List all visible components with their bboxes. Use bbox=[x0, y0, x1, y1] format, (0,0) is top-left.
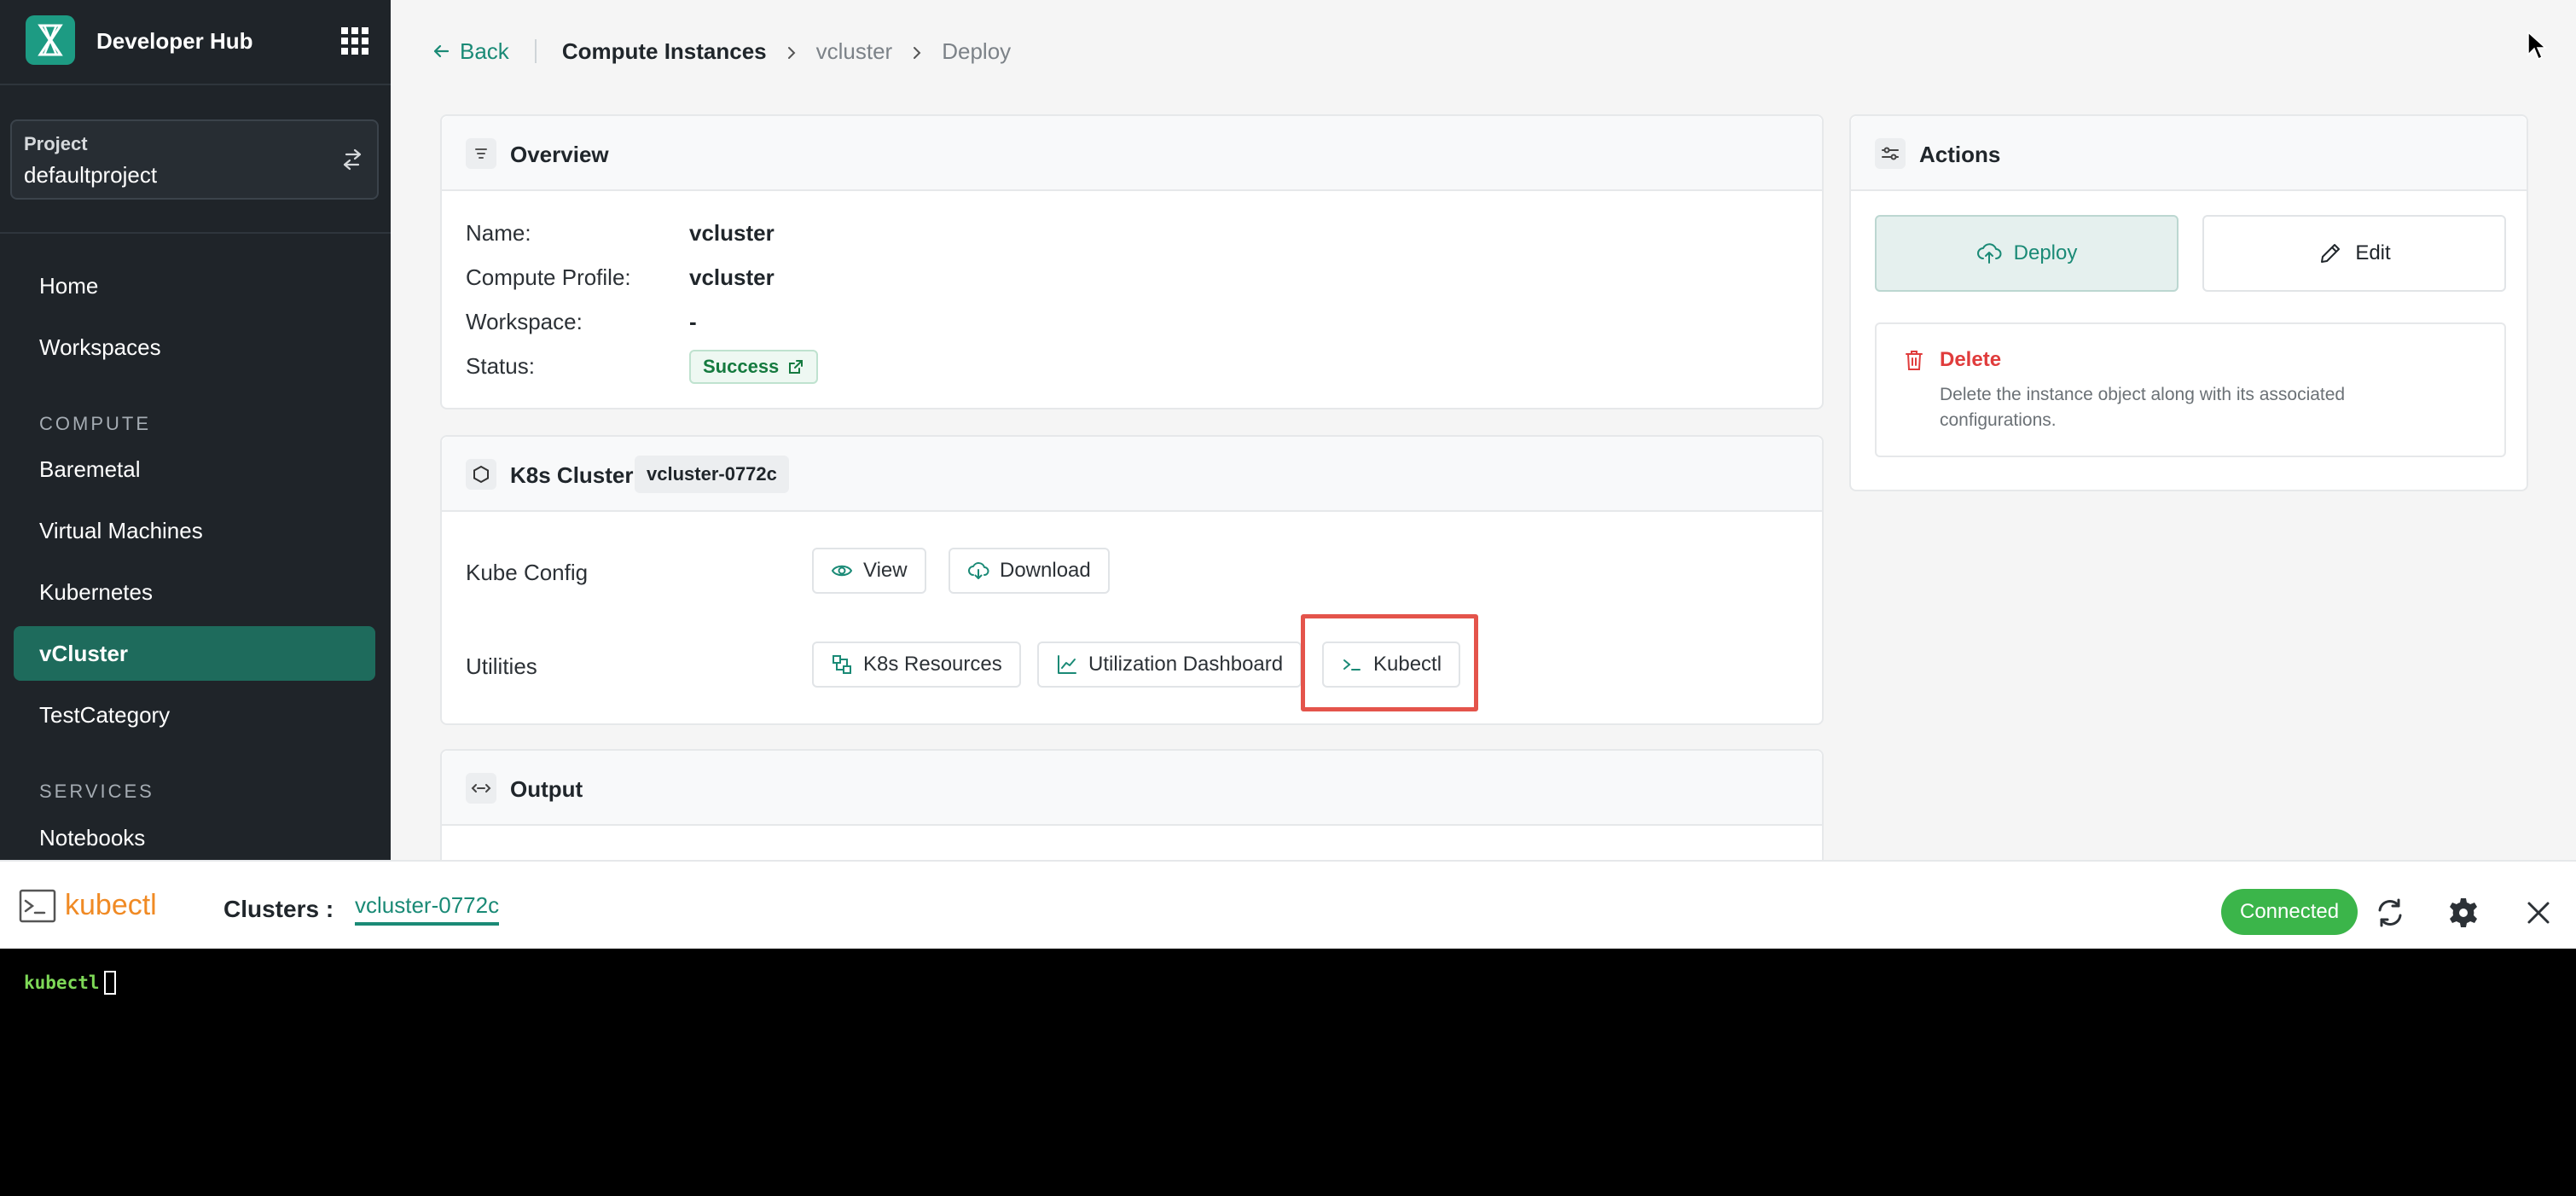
utilization-dashboard-label: Utilization Dashboard bbox=[1088, 653, 1284, 676]
cloud-upload-icon bbox=[1976, 243, 2002, 264]
close-icon[interactable] bbox=[2521, 896, 2556, 930]
settings-gear-icon[interactable] bbox=[2446, 896, 2480, 930]
sidebar-item-virtual-machines[interactable]: Virtual Machines bbox=[14, 503, 375, 558]
sidebar-header: Developer Hub bbox=[0, 0, 391, 85]
mouse-cursor-icon bbox=[2527, 31, 2547, 61]
status-badge[interactable]: Success bbox=[689, 350, 819, 384]
terminal-prompt: kubectl bbox=[24, 972, 100, 993]
workspace-value: - bbox=[689, 309, 697, 334]
back-label: Back bbox=[460, 38, 509, 64]
breadcrumb-compute-instances[interactable]: Compute Instances bbox=[562, 38, 767, 65]
output-header: Output bbox=[442, 751, 1822, 826]
sidebar-item-vcluster[interactable]: vCluster bbox=[14, 626, 375, 681]
name-label: Name: bbox=[466, 220, 531, 246]
cluster-id-tag: vcluster-0772c bbox=[635, 456, 789, 493]
utilization-dashboard-button[interactable]: Utilization Dashboard bbox=[1037, 642, 1303, 688]
line-chart-icon bbox=[1058, 655, 1076, 674]
hexagon-icon bbox=[466, 459, 496, 490]
sidebar-item-testcategory[interactable]: TestCategory bbox=[14, 688, 375, 742]
overview-header: Overview bbox=[442, 116, 1822, 191]
clusters-label: Clusters : bbox=[223, 896, 334, 922]
swap-icon[interactable] bbox=[339, 147, 365, 172]
sliders-icon bbox=[1875, 138, 1906, 169]
actions-header: Actions bbox=[1851, 116, 2527, 191]
view-kube-config-button[interactable]: View bbox=[812, 548, 926, 594]
kubectl-brand: kubectl bbox=[65, 889, 157, 921]
trash-icon bbox=[1902, 348, 1926, 372]
sidebar-item-kubernetes[interactable]: Kubernetes bbox=[14, 565, 375, 619]
deploy-label: Deploy bbox=[2013, 241, 2078, 264]
breadcrumb-vcluster[interactable]: vcluster bbox=[816, 38, 893, 65]
app-name: Developer Hub bbox=[96, 28, 253, 54]
breadcrumb-separator bbox=[534, 39, 537, 63]
view-label: View bbox=[863, 559, 908, 582]
terminal-icon bbox=[19, 889, 56, 923]
sidebar-divider bbox=[0, 232, 391, 234]
workspace-label: Workspace: bbox=[466, 309, 583, 334]
sidebar-section-compute: COMPUTE bbox=[39, 413, 151, 434]
delete-description: Delete the instance object along with it… bbox=[1940, 385, 2346, 430]
project-value: defaultproject bbox=[24, 162, 158, 188]
delete-action[interactable]: Delete Delete the instance object along … bbox=[1875, 322, 2506, 457]
overview-title: Overview bbox=[510, 142, 609, 167]
status-label: Status: bbox=[466, 353, 535, 379]
deploy-button[interactable]: Deploy bbox=[1875, 215, 2179, 292]
chevron-right-icon bbox=[782, 42, 801, 61]
compute-profile-value: vcluster bbox=[689, 264, 775, 290]
pencil-icon bbox=[2321, 244, 2341, 263]
cluster-tab-vcluster-0772c[interactable]: vcluster-0772c bbox=[355, 892, 500, 926]
breadcrumb: Back Compute Instances vcluster Deploy bbox=[431, 34, 1011, 68]
kubectl-panel-header: kubectl Clusters : vcluster-0772c Connec… bbox=[0, 860, 2576, 949]
list-icon bbox=[466, 138, 496, 169]
sidebar-item-baremetal[interactable]: Baremetal bbox=[14, 442, 375, 496]
download-kube-config-button[interactable]: Download bbox=[949, 548, 1110, 594]
resources-icon bbox=[833, 655, 851, 674]
compute-profile-label: Compute Profile: bbox=[466, 264, 631, 290]
refresh-icon[interactable] bbox=[2373, 896, 2407, 930]
sidebar-item-workspaces[interactable]: Workspaces bbox=[14, 320, 375, 374]
terminal-cursor bbox=[104, 971, 116, 995]
overview-card: Overview Name: vcluster Compute Profile:… bbox=[440, 114, 1824, 409]
cloud-download-icon bbox=[968, 562, 989, 579]
chevron-right-icon bbox=[908, 42, 926, 61]
sidebar: Developer Hub Project defaultproject Hom… bbox=[0, 0, 391, 860]
name-value: vcluster bbox=[689, 220, 775, 246]
back-button[interactable]: Back bbox=[431, 38, 509, 65]
external-link-icon bbox=[789, 360, 804, 374]
sidebar-item-notebooks[interactable]: Notebooks bbox=[14, 810, 375, 865]
edit-label: Edit bbox=[2355, 241, 2391, 264]
sidebar-section-services: SERVICES bbox=[39, 781, 154, 802]
delete-title: Delete bbox=[1940, 348, 2002, 371]
output-title: Output bbox=[510, 776, 583, 802]
kubectl-highlight-box bbox=[1301, 614, 1478, 711]
k8s-cluster-title: K8s Cluster bbox=[510, 462, 634, 488]
kube-config-label: Kube Config bbox=[466, 560, 589, 585]
k8s-cluster-card: K8s Cluster vcluster-0772c Kube Config V… bbox=[440, 435, 1824, 725]
apps-grid-icon[interactable] bbox=[339, 26, 370, 56]
arrow-left-icon bbox=[433, 44, 450, 58]
edit-button[interactable]: Edit bbox=[2202, 215, 2506, 292]
utilities-label: Utilities bbox=[466, 653, 537, 679]
download-label: Download bbox=[1000, 559, 1091, 582]
k8s-cluster-header: K8s Cluster vcluster-0772c bbox=[442, 437, 1822, 512]
app-logo-icon[interactable] bbox=[26, 15, 75, 65]
breadcrumb-deploy: Deploy bbox=[942, 38, 1012, 64]
eye-icon bbox=[831, 565, 853, 577]
k8s-resources-label: K8s Resources bbox=[863, 653, 1002, 676]
connection-status-badge: Connected bbox=[2221, 889, 2358, 935]
k8s-resources-button[interactable]: K8s Resources bbox=[812, 642, 1021, 688]
code-arrows-icon bbox=[466, 773, 496, 804]
project-label: Project bbox=[24, 133, 88, 154]
actions-title: Actions bbox=[1919, 142, 2001, 167]
project-switcher[interactable]: Project defaultproject bbox=[10, 119, 379, 200]
sidebar-item-home[interactable]: Home bbox=[14, 258, 375, 313]
actions-card: Actions Deploy Edit Delete Delete the in… bbox=[1849, 114, 2528, 491]
kubectl-terminal[interactable]: kubectl bbox=[0, 949, 2576, 1196]
status-value: Success bbox=[703, 356, 780, 377]
